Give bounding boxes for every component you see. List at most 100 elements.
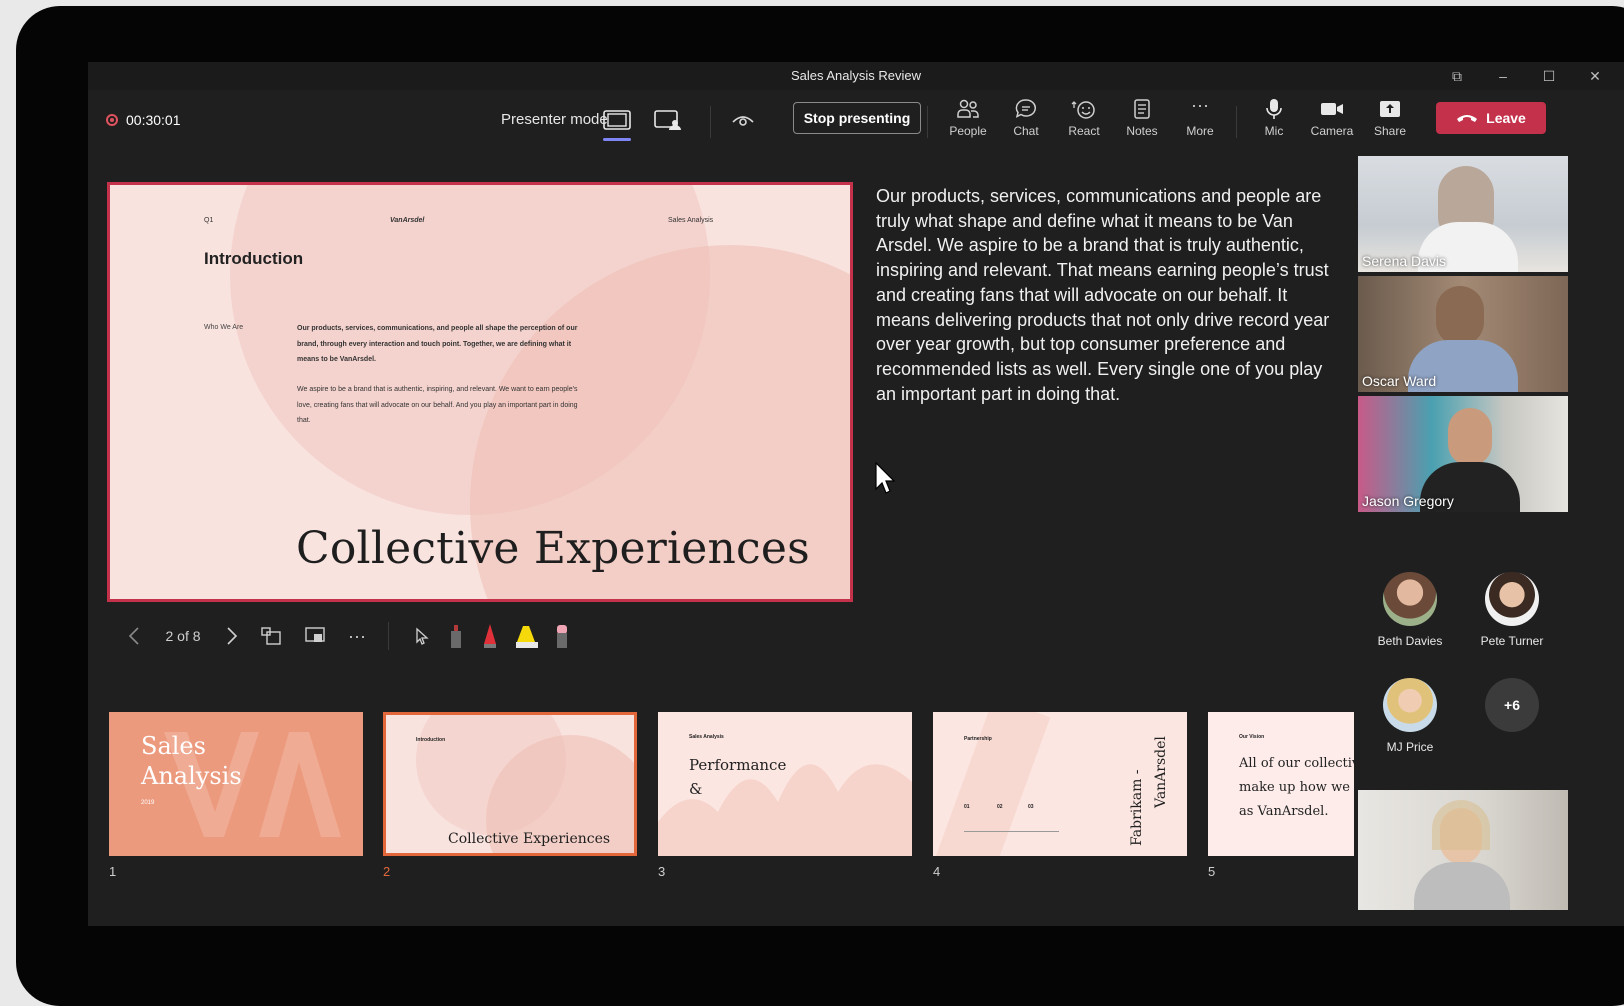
current-slide[interactable]: Q1 VanArsdel Sales Analysis Introduction… [107,182,853,602]
thumbnail-slide-3[interactable]: Sales Analysis Performance & [658,712,912,856]
slide-heading: Introduction [204,249,304,268]
thumb-title-2: & [689,780,703,798]
previous-slide-button[interactable] [124,618,144,654]
thumbnail-number: 5 [1208,864,1216,879]
window-title: Sales Analysis Review [790,68,922,83]
content-only-mode-button[interactable] [599,103,635,141]
highlighter-button[interactable] [514,618,540,654]
controls-divider [388,622,389,650]
more-label: More [1186,124,1214,138]
participant-avatar[interactable]: Pete Turner [1462,572,1562,648]
people-icon [957,99,979,118]
toolbar-divider [1236,106,1237,138]
person-silhouette [1436,286,1484,346]
minimize-icon[interactable]: – [1480,62,1526,90]
microphone-icon [1266,99,1282,119]
camera-icon [1321,103,1343,115]
thumb-label: 03 [1028,804,1034,810]
person-silhouette [1448,408,1492,466]
thumb-vertical-1: Fabrikam - [1129,769,1145,846]
chat-button[interactable]: Chat [997,98,1055,146]
stop-presenting-button[interactable]: Stop presenting [793,102,921,134]
mouse-cursor-icon [875,462,895,494]
next-slide-button[interactable] [222,618,242,654]
meeting-toolbar: 00:30:01 Presenter mode Stop presenting [88,90,1624,157]
participant-name: Jason Gregory [1362,493,1454,509]
standout-mode-button[interactable] [650,103,686,137]
thumbnail-slide-1[interactable]: Sales Analysis 2019 [109,712,363,856]
eraser-button[interactable] [550,618,574,654]
toolbar-divider [710,106,711,138]
slide-decoration [935,712,1051,856]
slide-paragraph-2: We aspire to be a brand that is authenti… [297,386,578,424]
view-only-button[interactable] [725,103,761,137]
more-participants[interactable]: +6 [1462,678,1562,732]
more-options-icon[interactable]: ··· [344,618,370,654]
people-button[interactable]: People [939,98,997,146]
participant-avatar[interactable]: MJ Price [1360,678,1460,754]
camera-button[interactable]: Camera [1303,98,1361,146]
highlighter-icon [516,626,538,648]
eye-icon [732,116,754,126]
avatar-pete [1485,572,1539,626]
maximize-icon[interactable]: ☐ [1526,62,1572,90]
participant-avatar[interactable]: Beth Davies [1360,572,1460,648]
overflow-count: +6 [1485,678,1539,732]
thumb-line-1: All of our collective [1239,756,1354,771]
thumb-heading: Our Vision [1239,734,1265,740]
thumbnail-slide-4[interactable]: Partnership 01 02 03 Fabrikam - VanArsde… [933,712,1187,856]
mic-button[interactable]: Mic [1245,98,1303,146]
standout-mode-icon [654,110,681,130]
presenter-mode-label: Presenter mode [501,111,608,128]
avatar-beth [1383,572,1437,626]
teams-meeting-window: Sales Analysis Review ⧉ – ☐ ✕ 00:30:01 P… [88,62,1624,926]
participant-name: Oscar Ward [1362,373,1437,389]
black-pen-icon [451,625,461,648]
pointer-icon [416,627,429,645]
grid-view-button[interactable] [258,618,284,654]
chevron-left-icon [128,627,139,645]
thumb-label: 02 [997,804,1003,810]
thumb-year: 2019 [141,800,155,806]
thumb-line-3: as VanArsdel. [1239,804,1329,819]
presenter-view-button[interactable] [302,618,328,654]
video-tile-jason[interactable]: Jason Gregory [1358,396,1568,512]
phone-hangup-icon [1457,115,1478,122]
person-hair [1432,800,1490,850]
slide-logo: VanArsdel [390,217,425,224]
recording-timer: 00:30:01 [106,112,181,128]
thumb-heading: Sales Analysis [689,734,724,740]
thumbnail-number: 3 [658,864,666,879]
mic-label: Mic [1264,124,1284,138]
more-button[interactable]: ··· More [1171,95,1229,146]
thumbnail-number: 2 [383,864,391,879]
red-pen-button[interactable] [478,618,502,654]
react-icon [1071,101,1095,119]
camera-label: Camera [1310,124,1354,138]
participant-name: MJ Price [1386,740,1434,754]
notes-button[interactable]: Notes [1113,98,1171,146]
slide-tag: Sales Analysis [668,217,714,224]
thumb-title-2: Analysis [141,762,242,790]
leave-button[interactable]: Leave [1436,102,1546,134]
popout-icon[interactable]: ⧉ [1434,62,1480,90]
video-tile-serena[interactable]: Serena Davis [1358,156,1568,272]
thumb-vertical-2: VanArsdel [1153,736,1169,808]
slide-q-label: Q1 [204,217,214,224]
self-video-tile[interactable] [1358,790,1568,910]
thumbnail-slide-5[interactable]: Our Vision All of our collective make up… [1208,712,1354,856]
slide-grid-icon [261,627,281,645]
toolbar-divider [927,106,928,138]
more-icon: ··· [1191,95,1209,115]
black-pen-button[interactable] [444,618,468,654]
react-button[interactable]: React [1055,98,1113,146]
thumbnail-number: 1 [109,864,117,879]
participant-name: Pete Turner [1480,634,1544,648]
chat-icon [1015,99,1036,118]
video-tile-oscar[interactable]: Oscar Ward [1358,276,1568,392]
share-button[interactable]: Share [1361,98,1419,146]
laser-pointer-button[interactable] [410,618,434,654]
close-icon[interactable]: ✕ [1572,62,1618,90]
thumbnail-slide-2[interactable]: Introduction Collective Experiences [383,712,637,856]
notes-label: Notes [1126,124,1158,138]
